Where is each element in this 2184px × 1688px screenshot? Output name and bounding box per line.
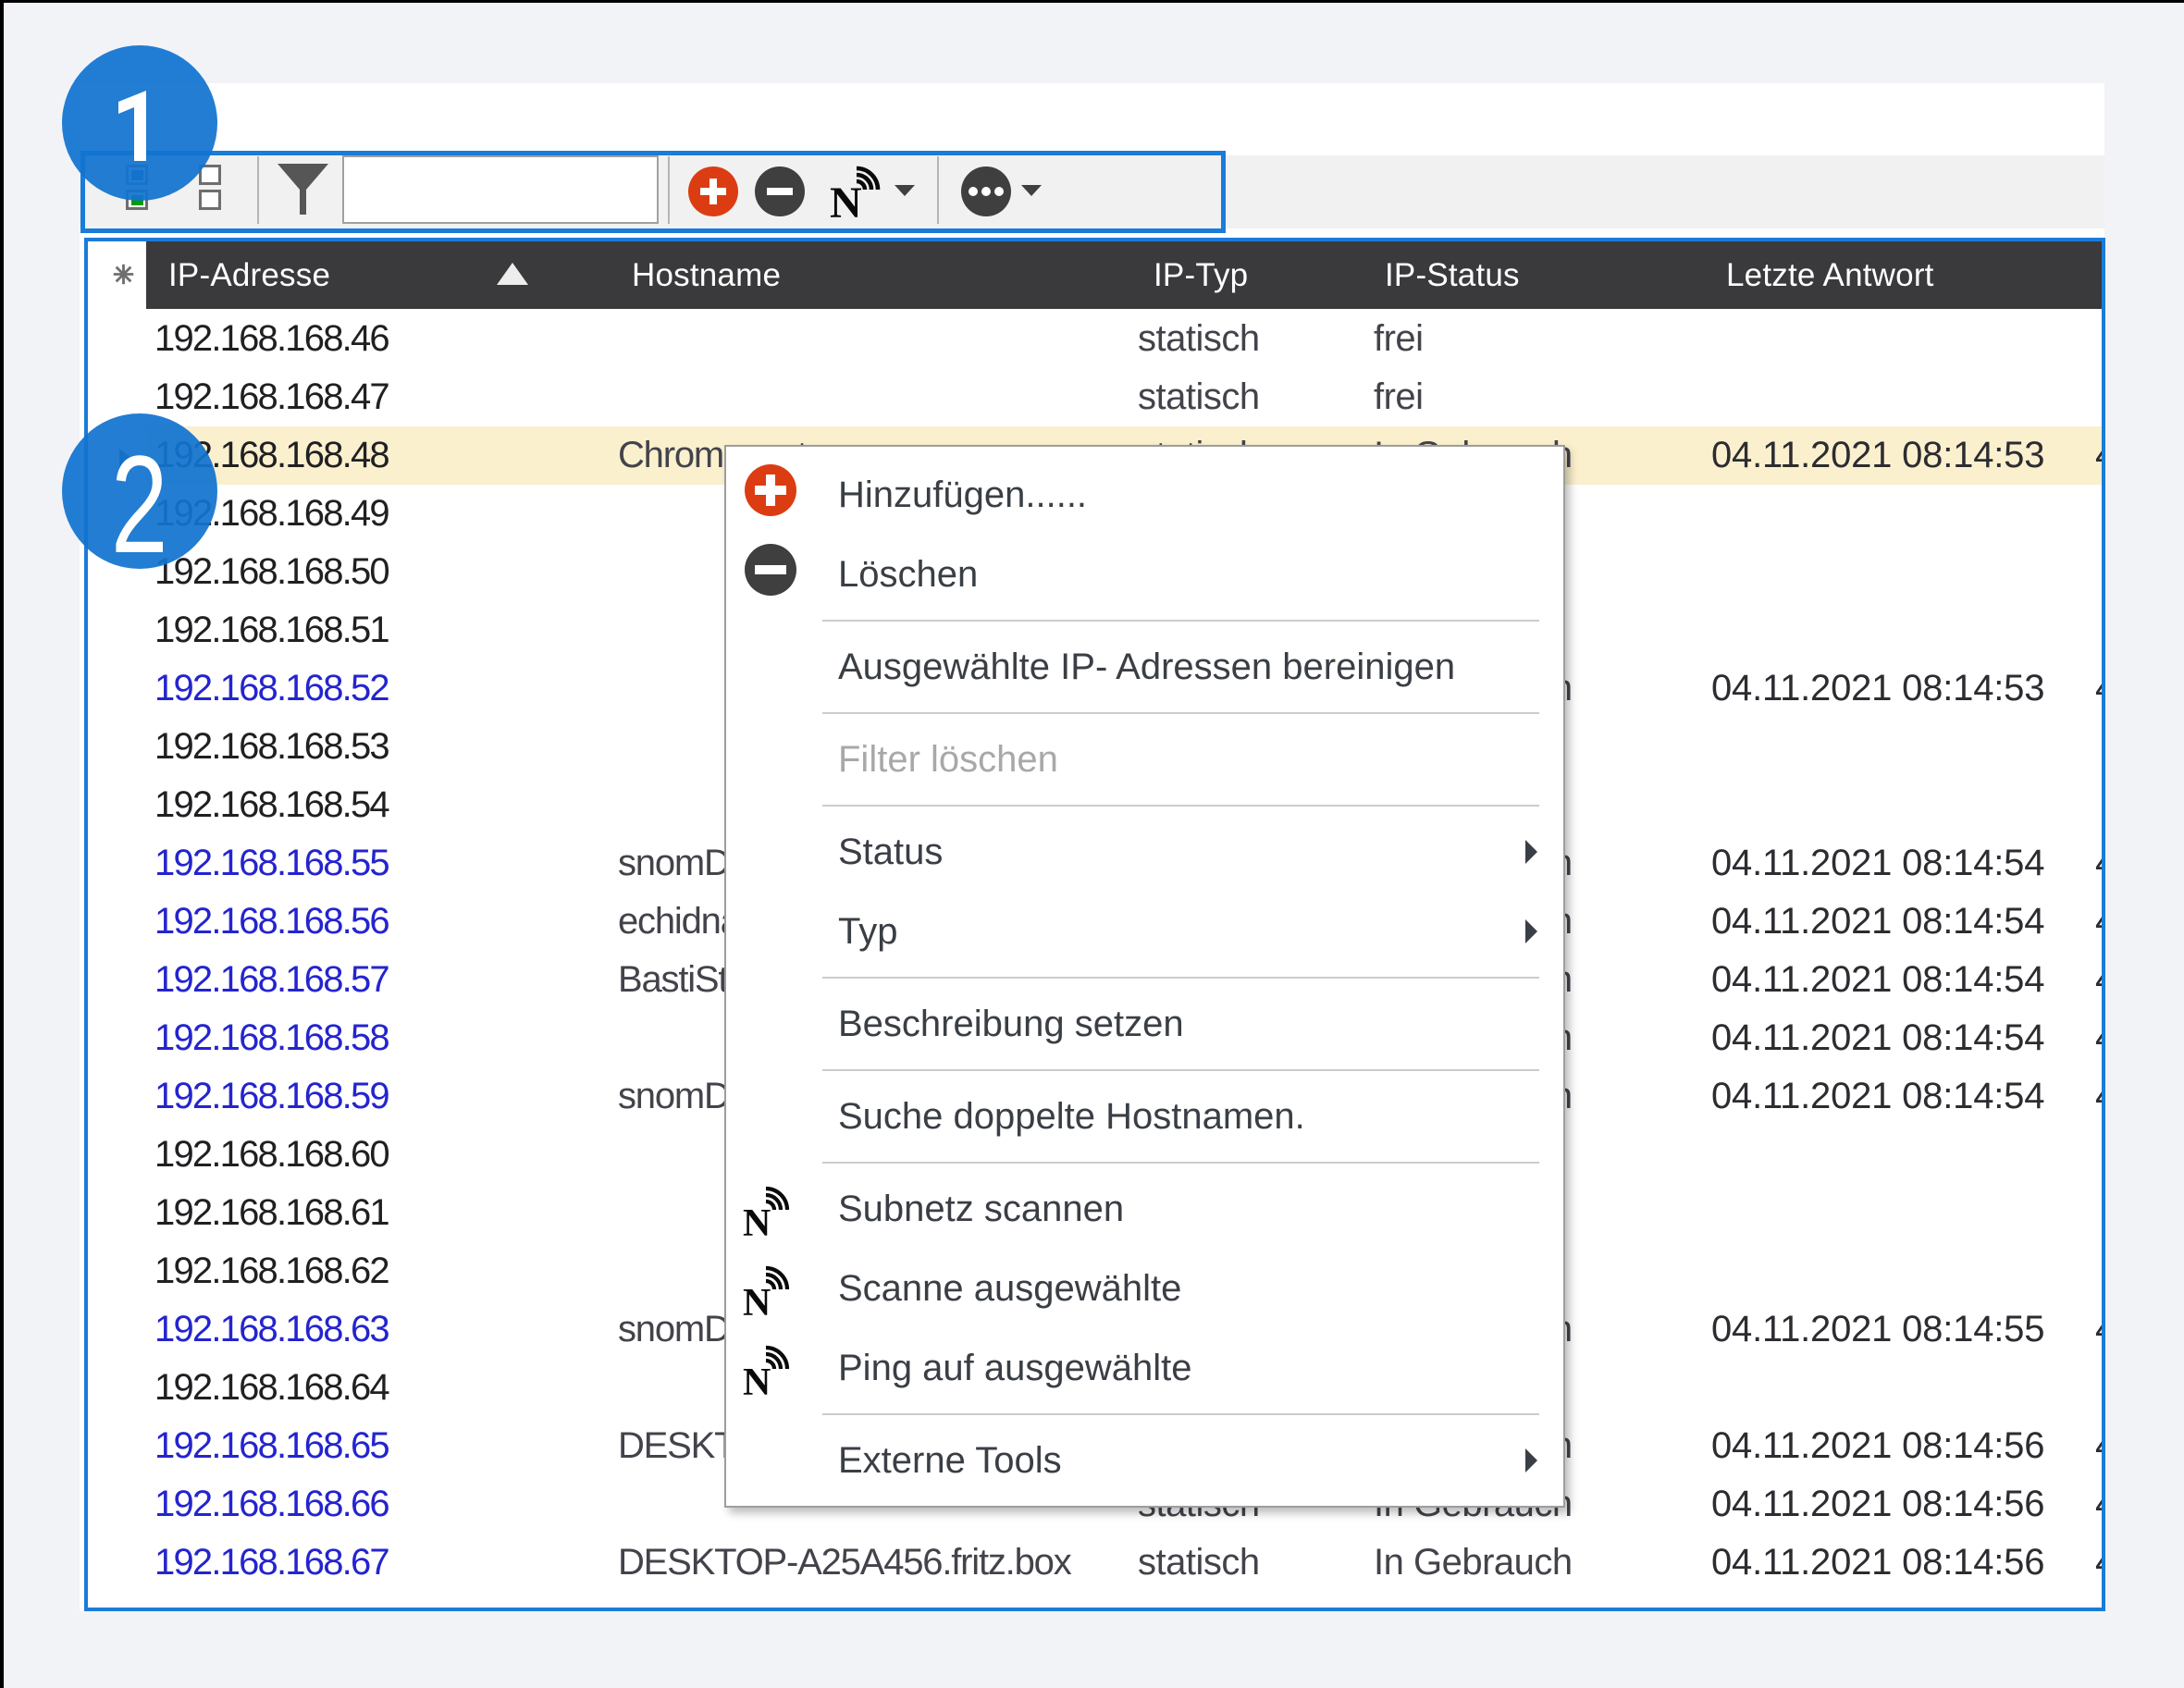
svg-text:N: N [743, 1282, 771, 1317]
svg-text:N: N [743, 1361, 771, 1397]
svg-text:N: N [743, 1202, 771, 1238]
svg-text:N: N [830, 179, 862, 219]
